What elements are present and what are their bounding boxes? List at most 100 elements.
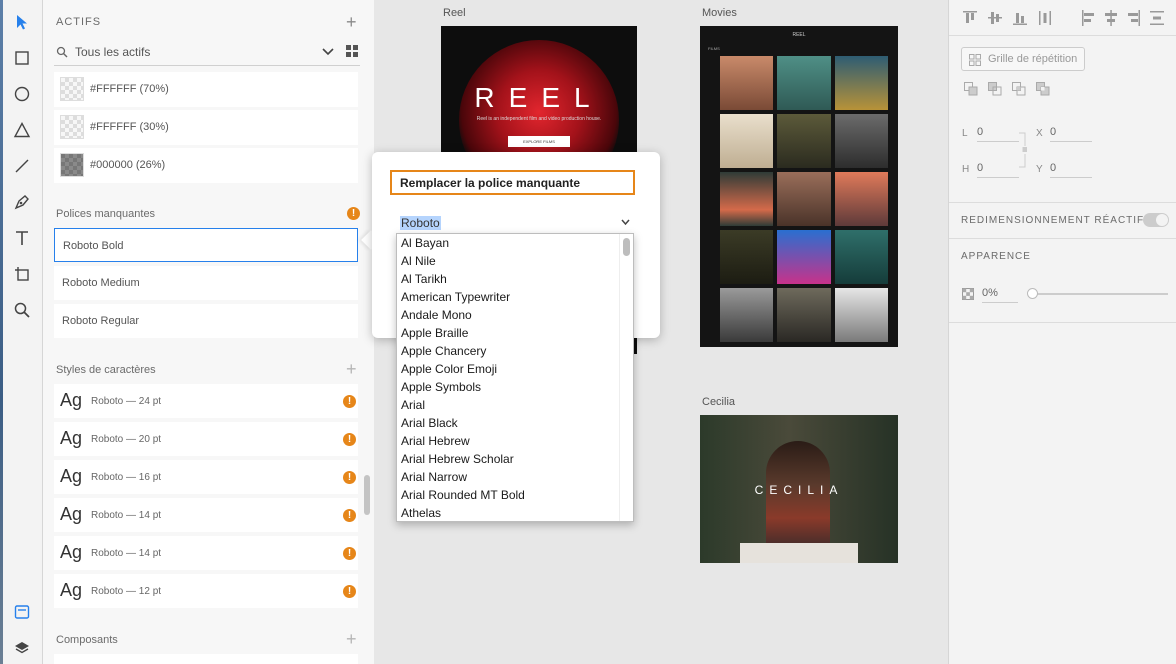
- font-option[interactable]: Andale Mono: [397, 306, 633, 324]
- lock-aspect-icon[interactable]: [1019, 132, 1027, 168]
- character-style-item[interactable]: Ag Roboto — 14 pt !: [54, 536, 358, 570]
- font-option[interactable]: Arial Rounded MT Bold: [397, 486, 633, 504]
- rectangle-tool-icon[interactable]: [10, 46, 34, 70]
- artboard-label[interactable]: Reel: [443, 7, 466, 19]
- font-option[interactable]: Arial Hebrew Scholar: [397, 450, 633, 468]
- artboard-label[interactable]: Cecilia: [702, 396, 735, 408]
- add-character-style-icon[interactable]: +: [346, 360, 357, 378]
- font-select-value[interactable]: Roboto: [400, 216, 441, 230]
- x-label: X: [1036, 128, 1043, 139]
- artboard-label[interactable]: Movies: [702, 7, 737, 19]
- movie-thumb: [777, 114, 831, 168]
- font-option[interactable]: Apple Color Emoji: [397, 360, 633, 378]
- x-field[interactable]: 0: [1050, 126, 1092, 142]
- color-asset[interactable]: #FFFFFF (70%): [54, 72, 358, 107]
- opacity-slider-track[interactable]: [1032, 293, 1168, 295]
- opacity-field[interactable]: 0%: [982, 287, 1018, 303]
- y-field[interactable]: 0: [1050, 162, 1092, 178]
- align-center-icon[interactable]: [1104, 10, 1118, 26]
- layers-panel-icon[interactable]: [10, 636, 34, 660]
- missing-font-item[interactable]: Roboto Bold: [54, 228, 358, 262]
- font-option[interactable]: Arial Black: [397, 414, 633, 432]
- select-tool-icon[interactable]: [10, 10, 34, 34]
- polygon-tool-icon[interactable]: [10, 118, 34, 142]
- opacity-icon: [962, 288, 974, 300]
- character-style-item[interactable]: Ag Roboto — 12 pt !: [54, 574, 358, 608]
- character-style-item[interactable]: Ag Roboto — 24 pt !: [54, 384, 358, 418]
- components-heading: Composants: [56, 634, 118, 646]
- style-label: Roboto — 14 pt: [91, 548, 162, 559]
- chevron-down-icon[interactable]: [621, 219, 630, 226]
- grid-view-icon[interactable]: [346, 45, 358, 57]
- pen-tool-icon[interactable]: [10, 190, 34, 214]
- character-styles-heading: Styles de caractères: [56, 364, 156, 376]
- artboard-cecilia[interactable]: CECILIA: [700, 415, 898, 563]
- movie-thumb: [720, 114, 774, 168]
- distribute-vertical-icon[interactable]: [1150, 10, 1164, 26]
- responsive-resize-toggle[interactable]: [1143, 213, 1169, 227]
- ellipse-tool-icon[interactable]: [10, 82, 34, 106]
- add-asset-icon[interactable]: +: [346, 13, 357, 31]
- width-label: L: [962, 128, 968, 139]
- assets-panel-icon[interactable]: [10, 600, 34, 624]
- font-option[interactable]: Apple Symbols: [397, 378, 633, 396]
- font-option[interactable]: Al Bayan: [397, 234, 633, 252]
- missing-font-item[interactable]: Roboto Medium: [54, 266, 358, 300]
- component-item[interactable]: [54, 654, 358, 664]
- font-select[interactable]: Roboto: [400, 214, 630, 232]
- line-tool-icon[interactable]: [10, 154, 34, 178]
- boolean-exclude-icon[interactable]: [1036, 82, 1050, 96]
- assets-filter[interactable]: Tous les actifs: [54, 40, 360, 66]
- boolean-add-icon[interactable]: [964, 82, 978, 96]
- align-middle-icon[interactable]: [988, 10, 1002, 26]
- artboard-movies[interactable]: REEL FILMS: [700, 26, 898, 347]
- character-style-item[interactable]: Ag Roboto — 20 pt !: [54, 422, 358, 456]
- warning-icon: !: [343, 509, 356, 522]
- artboard-tool-icon[interactable]: [10, 262, 34, 286]
- style-label: Roboto — 12 pt: [91, 586, 162, 597]
- missing-font-item[interactable]: Roboto Regular: [54, 304, 358, 338]
- align-bottom-icon[interactable]: [1013, 10, 1027, 26]
- align-right-icon[interactable]: [1127, 10, 1141, 26]
- movie-thumb: [777, 172, 831, 226]
- missing-font-label: Roboto Bold: [63, 240, 124, 252]
- panel-scrollbar[interactable]: [364, 475, 370, 515]
- character-style-item[interactable]: Ag Roboto — 14 pt !: [54, 498, 358, 532]
- boolean-subtract-icon[interactable]: [988, 82, 1002, 96]
- assets-filter-label: Tous les actifs: [75, 45, 151, 59]
- assets-panel: ACTIFS + Tous les actifs #FFFFFF (70%) #…: [43, 0, 374, 664]
- style-label: Roboto — 14 pt: [91, 510, 162, 521]
- font-option[interactable]: Apple Braille: [397, 324, 633, 342]
- width-field[interactable]: 0: [977, 126, 1019, 142]
- font-option[interactable]: Arial Hebrew: [397, 432, 633, 450]
- text-tool-icon[interactable]: [10, 226, 34, 250]
- font-option[interactable]: Arial Narrow: [397, 468, 633, 486]
- hero-title: CECILIA: [754, 483, 844, 497]
- font-option[interactable]: Al Tarikh: [397, 270, 633, 288]
- opacity-slider-handle[interactable]: [1027, 288, 1038, 299]
- font-option[interactable]: Al Nile: [397, 252, 633, 270]
- dropdown-scrollbar[interactable]: [623, 238, 630, 256]
- repeat-grid-button[interactable]: Grille de répétition: [961, 47, 1085, 71]
- dropdown-scroll-track[interactable]: [619, 234, 633, 521]
- font-option[interactable]: Arial: [397, 396, 633, 414]
- warning-icon: !: [343, 585, 356, 598]
- color-asset[interactable]: #FFFFFF (30%): [54, 110, 358, 145]
- chevron-down-icon[interactable]: [322, 47, 334, 57]
- distribute-horizontal-icon[interactable]: [1038, 10, 1052, 26]
- color-label: #000000 (26%): [90, 159, 166, 171]
- movie-thumb: [834, 230, 888, 284]
- font-option[interactable]: Apple Chancery: [397, 342, 633, 360]
- color-asset[interactable]: #000000 (26%): [54, 148, 358, 183]
- divider: [949, 238, 1176, 239]
- boolean-intersect-icon[interactable]: [1012, 82, 1026, 96]
- align-top-icon[interactable]: [963, 10, 977, 26]
- align-left-icon[interactable]: [1081, 10, 1095, 26]
- zoom-tool-icon[interactable]: [10, 298, 34, 322]
- font-dropdown-list[interactable]: Al Bayan Al Nile Al Tarikh American Type…: [396, 233, 634, 522]
- height-field[interactable]: 0: [977, 162, 1019, 178]
- font-option[interactable]: American Typewriter: [397, 288, 633, 306]
- font-option[interactable]: Athelas: [397, 504, 633, 521]
- add-component-icon[interactable]: +: [346, 630, 357, 648]
- character-style-item[interactable]: Ag Roboto — 16 pt !: [54, 460, 358, 494]
